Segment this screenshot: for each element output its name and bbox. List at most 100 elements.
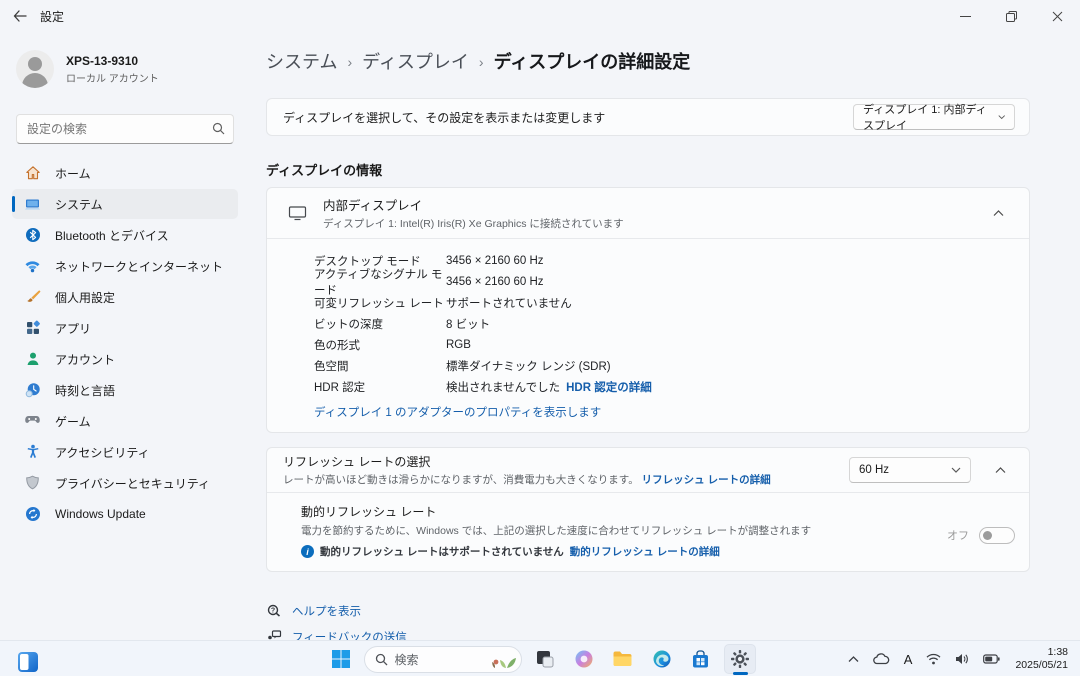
send-feedback-link[interactable]: フィードバックの送信 xyxy=(266,624,1030,640)
edge-icon xyxy=(652,649,672,669)
taskbar-search-box[interactable]: 検索 xyxy=(364,646,522,673)
edge-button[interactable] xyxy=(646,644,678,674)
chevron-down-icon xyxy=(951,467,961,473)
titlebar: 設定 xyxy=(0,0,1080,32)
sidebar-item-personalization[interactable]: 個人用設定 xyxy=(12,282,238,312)
search-icon xyxy=(212,122,225,135)
info-row-variable-refresh-rate: 可変リフレッシュ レート サポートされていません xyxy=(267,292,1029,313)
copilot-button[interactable] xyxy=(568,644,600,674)
get-help-link[interactable]: ? ヘルプを表示 xyxy=(266,598,1030,624)
chevron-down-icon xyxy=(998,114,1005,120)
battery-tray-button[interactable] xyxy=(978,644,1005,674)
breadcrumb-system[interactable]: システム xyxy=(266,48,337,74)
info-row-color-space: 色空間 標準ダイナミック レンジ (SDR) xyxy=(267,355,1029,376)
monitor-icon xyxy=(287,205,307,221)
tray-show-hidden-icons-button[interactable] xyxy=(843,644,864,674)
display-select-dropdown[interactable]: ディスプレイ 1: 内部ディスプレイ xyxy=(853,104,1015,130)
breadcrumb-separator: › xyxy=(347,52,352,70)
restore-button[interactable] xyxy=(988,0,1034,32)
close-button[interactable] xyxy=(1034,0,1080,32)
refresh-rate-description: レートが高いほど動きは滑らかになりますが、消費電力も大きくなります。 xyxy=(283,474,639,486)
sidebar-item-gaming[interactable]: ゲーム xyxy=(12,406,238,436)
sidebar-item-apps[interactable]: アプリ xyxy=(12,313,238,343)
settings-search-input[interactable] xyxy=(16,114,234,144)
sidebar-item-accounts[interactable]: アカウント xyxy=(12,344,238,374)
app-title: 設定 xyxy=(40,8,64,25)
sidebar-item-time-language[interactable]: 時刻と言語 xyxy=(12,375,238,405)
feedback-icon xyxy=(266,629,282,640)
breadcrumb-display[interactable]: ディスプレイ xyxy=(362,48,469,74)
onedrive-tray-button[interactable] xyxy=(868,644,895,674)
back-button[interactable] xyxy=(0,0,40,32)
content-pane: システム › ディスプレイ › ディスプレイの詳細設定 ディスプレイを選択して、… xyxy=(250,32,1080,640)
sidebar-item-bluetooth-devices[interactable]: Bluetooth とデバイス xyxy=(12,220,238,250)
chevron-up-icon xyxy=(995,467,1006,474)
clock-date: 2025/05/21 xyxy=(1015,659,1068,672)
sidebar-item-system[interactable]: システム xyxy=(12,189,238,219)
shield-icon xyxy=(24,475,41,492)
sidebar-item-windows-update[interactable]: Windows Update xyxy=(12,499,238,529)
adapter-properties-link[interactable]: ディスプレイ 1 のアダプターのプロパティを表示します xyxy=(314,407,601,419)
minimize-button[interactable] xyxy=(942,0,988,32)
speaker-icon xyxy=(955,653,969,665)
cloud-icon xyxy=(873,653,890,665)
sidebar-item-network-internet[interactable]: ネットワークとインターネット xyxy=(12,251,238,281)
sidebar-nav: ホーム システム Bluetooth とデバイス ネットワークとインターネット … xyxy=(0,158,250,529)
hdr-certification-details-link[interactable]: HDR 認定の詳細 xyxy=(566,379,652,395)
sidebar-item-privacy-security[interactable]: プライバシーとセキュリティ xyxy=(12,468,238,498)
taskbar: 検索 A xyxy=(0,640,1080,676)
home-icon xyxy=(24,165,41,182)
folder-icon xyxy=(612,650,633,668)
internal-display-title: 内部ディスプレイ xyxy=(323,195,983,214)
dynamic-refresh-rate-title: 動的リフレッシュ レート xyxy=(301,503,947,520)
account-person-icon xyxy=(24,351,41,368)
dynamic-refresh-rate-section: 動的リフレッシュ レート 電力を節約するために、Windows では、上記の選択… xyxy=(267,492,1029,571)
task-view-button[interactable] xyxy=(529,644,561,674)
svg-text:?: ? xyxy=(271,608,275,615)
breadcrumb-separator: › xyxy=(479,52,484,70)
info-row-bit-depth: ビットの深度 8 ビット xyxy=(267,313,1029,334)
dynamic-refresh-rate-toggle[interactable] xyxy=(979,527,1015,544)
user-name: XPS-13-9310 xyxy=(66,54,159,68)
taskbar-clock[interactable]: 1:38 2025/05/21 xyxy=(1009,646,1074,672)
file-explorer-button[interactable] xyxy=(607,644,639,674)
game-controller-icon xyxy=(24,413,41,430)
taskbar-search-placeholder: 検索 xyxy=(395,651,480,668)
restore-icon xyxy=(1006,11,1017,22)
refresh-rate-card: リフレッシュ レートの選択 レートが高いほど動きは滑らかになりますが、消費電力も… xyxy=(266,447,1030,572)
display-selector-label: ディスプレイを選択して、その設定を表示または変更します xyxy=(283,109,605,126)
dynamic-refresh-rate-details-link[interactable]: 動的リフレッシュ レートの詳細 xyxy=(570,544,720,559)
collapse-refresh-rate-button[interactable] xyxy=(985,455,1015,485)
clock-time: 1:38 xyxy=(1015,646,1068,659)
sidebar-item-accessibility[interactable]: アクセシビリティ xyxy=(12,437,238,467)
page-title: ディスプレイの詳細設定 xyxy=(494,48,691,74)
paintbrush-icon xyxy=(24,289,41,306)
minimize-icon xyxy=(960,11,971,22)
apps-icon xyxy=(24,320,41,337)
wifi-tray-button[interactable] xyxy=(921,644,946,674)
user-card[interactable]: XPS-13-9310 ローカル アカウント xyxy=(0,42,250,96)
section-title-display-info: ディスプレイの情報 xyxy=(266,160,1030,179)
refresh-rate-dropdown[interactable]: 60 Hz xyxy=(849,457,971,483)
sidebar-item-home[interactable]: ホーム xyxy=(12,158,238,188)
sidebar: XPS-13-9310 ローカル アカウント ホーム システム Bluetoot… xyxy=(0,32,250,640)
internal-display-subtitle: ディスプレイ 1: Intel(R) Iris(R) Xe Graphics に… xyxy=(323,216,983,231)
display-selector-card: ディスプレイを選択して、その設定を表示または変更します ディスプレイ 1: 内部… xyxy=(266,98,1030,136)
collapse-display-info-button[interactable] xyxy=(983,198,1013,228)
breadcrumb: システム › ディスプレイ › ディスプレイの詳細設定 xyxy=(266,46,1030,76)
help-icon: ? xyxy=(266,603,282,619)
task-view-icon xyxy=(535,649,555,669)
settings-app-button[interactable] xyxy=(724,644,756,674)
microsoft-store-button[interactable] xyxy=(685,644,717,674)
chevron-up-icon xyxy=(848,656,859,663)
bluetooth-icon xyxy=(24,227,41,244)
start-button[interactable] xyxy=(325,644,357,674)
wifi-icon xyxy=(926,653,941,665)
volume-tray-button[interactable] xyxy=(950,644,974,674)
ime-mode-button[interactable]: A xyxy=(899,644,918,674)
refresh-rate-details-link[interactable]: リフレッシュ レートの詳細 xyxy=(642,474,771,486)
dynamic-refresh-rate-status: 動的リフレッシュ レートはサポートされていません xyxy=(320,544,564,559)
user-account-type: ローカル アカウント xyxy=(66,70,159,85)
store-icon xyxy=(691,650,710,669)
info-row-active-signal-mode: アクティブなシグナル モード 3456 × 2160 60 Hz xyxy=(267,271,1029,292)
